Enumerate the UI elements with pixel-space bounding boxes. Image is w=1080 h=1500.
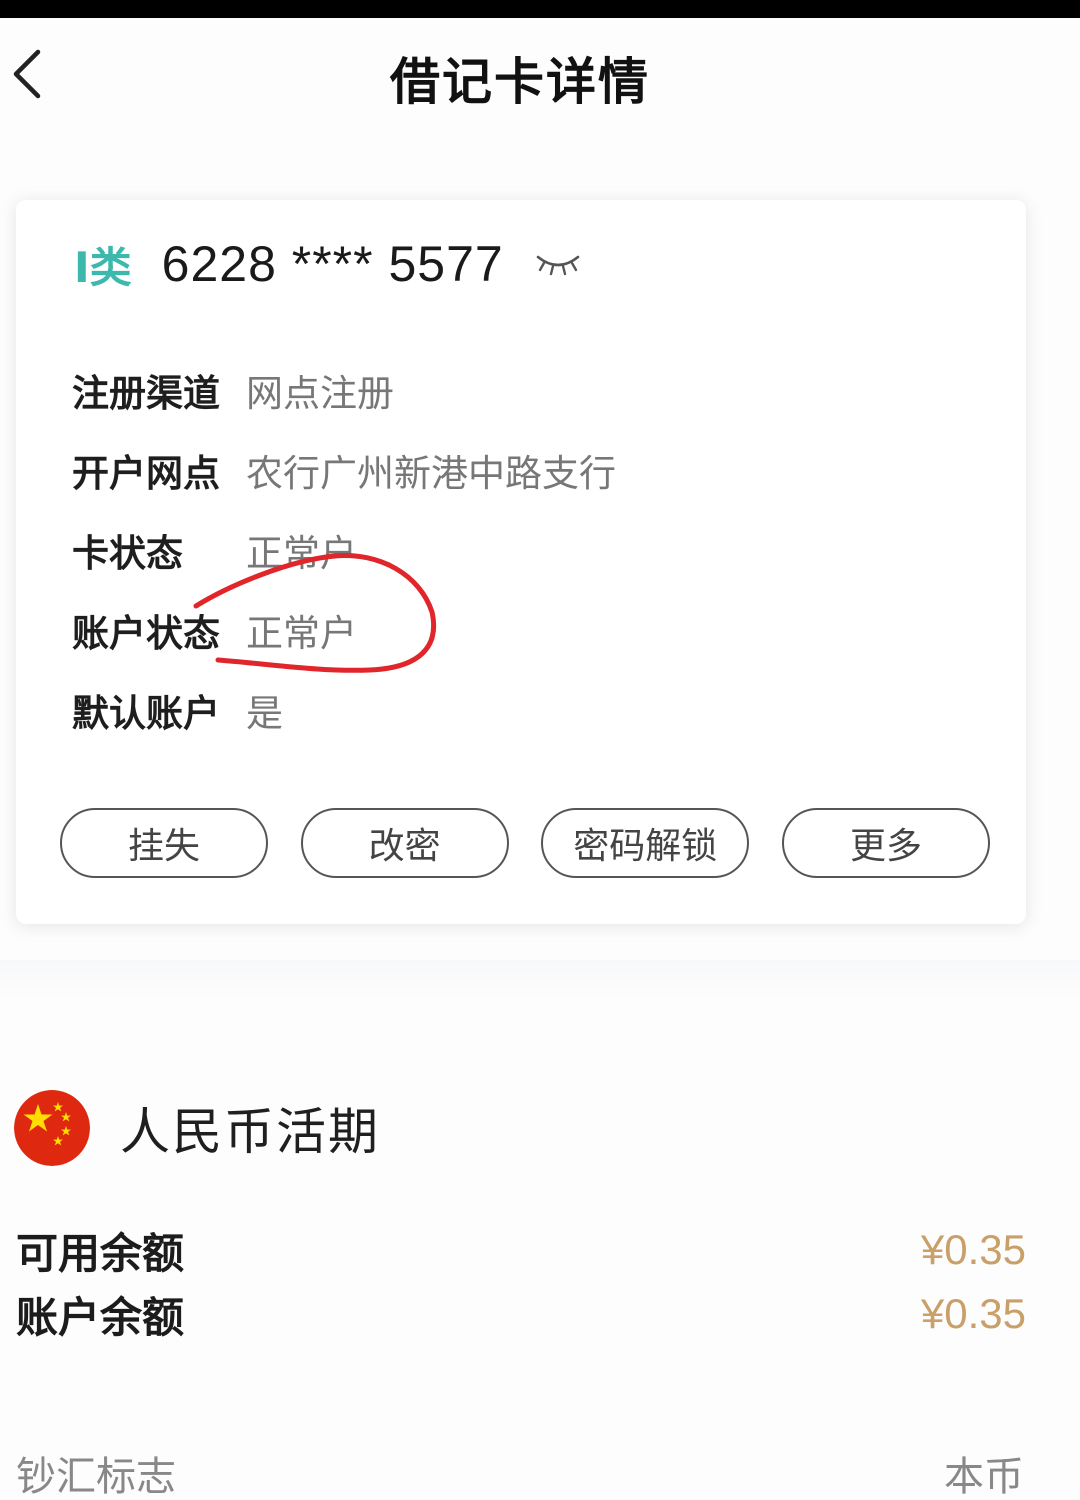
- detail-label: 卡状态: [72, 532, 183, 575]
- card-number: 6228 **** 5577: [161, 236, 504, 292]
- card-action-buttons: 挂失 改密 密码解锁 更多: [60, 808, 990, 878]
- available-balance-label: 可用余额: [16, 1228, 185, 1278]
- change-password-button[interactable]: 改密: [300, 808, 509, 878]
- section-divider: [0, 960, 1080, 1000]
- detail-label: 账户状态: [72, 612, 220, 655]
- available-balance-row: 可用余额 ¥0.35: [16, 1220, 1026, 1280]
- page-title: 借记卡详情: [390, 53, 650, 111]
- available-balance-value: ¥0.35: [920, 1226, 1026, 1273]
- card-info-panel: I类 6228 **** 5577 注册渠道 网点注册 开户网点 农行广州新港中…: [16, 200, 1026, 924]
- cash-remit-label: 钞汇标志: [16, 1454, 176, 1500]
- currency-title: 人民币活期: [120, 1103, 380, 1161]
- china-flag-icon: [14, 1090, 90, 1166]
- detail-label: 开户网点: [72, 452, 220, 495]
- account-balance-value: ¥0.35: [920, 1290, 1026, 1337]
- status-bar: [0, 0, 1080, 18]
- detail-label: 注册渠道: [72, 372, 220, 415]
- card-details-list: 注册渠道 网点注册 开户网点 农行广州新港中路支行 卡状态 正常户 账户状态 正…: [72, 350, 972, 750]
- detail-value: 是: [246, 692, 283, 735]
- detail-row-opening-branch: 开户网点 农行广州新港中路支行: [72, 430, 972, 510]
- currency-header: 人民币活期: [14, 1088, 380, 1168]
- account-balance-label: 账户余额: [16, 1292, 185, 1342]
- card-header: I类 6228 **** 5577: [74, 232, 582, 296]
- detail-value: 网点注册: [246, 372, 394, 415]
- cash-remit-value: 本币: [944, 1454, 1024, 1500]
- cash-remit-row: 钞汇标志 本币: [16, 1446, 1024, 1500]
- detail-value: 正常户: [246, 612, 357, 655]
- debit-card-detail-screen: 借记卡详情 I类 6228 **** 5577 注册渠道 网点注册 开户网点 农…: [0, 0, 1080, 1500]
- detail-row-register-channel: 注册渠道 网点注册: [72, 350, 972, 430]
- detail-row-default-account: 默认账户 是: [72, 670, 972, 750]
- detail-value: 正常户: [246, 532, 357, 575]
- more-button[interactable]: 更多: [781, 808, 990, 878]
- navigation-bar: 借记卡详情: [0, 18, 1080, 130]
- eye-closed-icon[interactable]: [534, 251, 582, 277]
- detail-row-account-status: 账户状态 正常户: [72, 590, 972, 670]
- card-class-label: I类: [74, 242, 132, 292]
- detail-label: 默认账户: [72, 692, 220, 735]
- detail-row-card-status: 卡状态 正常户: [72, 510, 972, 590]
- report-loss-button[interactable]: 挂失: [60, 808, 268, 878]
- account-balance-row: 账户余额 ¥0.35: [16, 1284, 1026, 1344]
- detail-value: 农行广州新港中路支行: [246, 452, 616, 495]
- unlock-password-button[interactable]: 密码解锁: [541, 808, 750, 878]
